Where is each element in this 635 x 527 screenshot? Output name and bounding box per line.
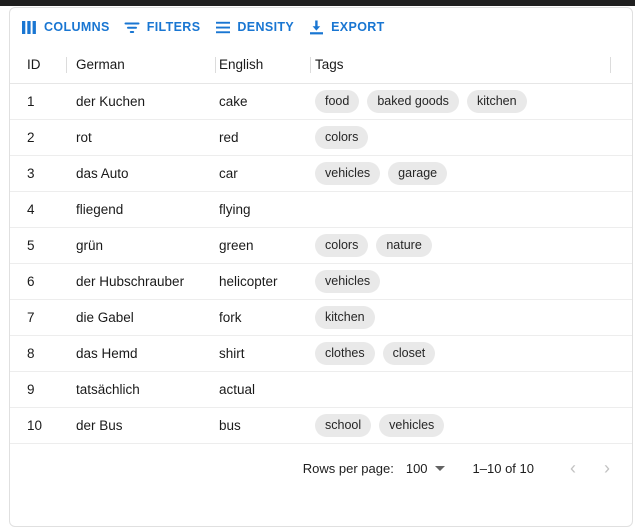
table-row[interactable]: 7 die Gabel fork kitchen	[10, 300, 632, 336]
rows-per-page-value: 100	[405, 460, 428, 476]
column-header-english[interactable]: English	[207, 57, 303, 72]
column-resize-handle-english[interactable]	[310, 57, 311, 73]
table-row[interactable]: 8 das Hemd shirt clothes closet	[10, 336, 632, 372]
table-row[interactable]: 3 das Auto car vehicles garage	[10, 156, 632, 192]
tag-chip: kitchen	[315, 306, 375, 329]
export-button-label: EXPORT	[331, 20, 385, 34]
cell-german[interactable]: der Hubschrauber	[64, 274, 207, 289]
cell-german[interactable]: der Kuchen	[64, 94, 207, 109]
cell-english[interactable]: shirt	[207, 346, 303, 361]
columns-button[interactable]: COLUMNS	[15, 14, 116, 40]
table-row[interactable]: 9 tatsächlich actual	[10, 372, 632, 408]
cell-id[interactable]: 9	[10, 382, 64, 397]
table-row[interactable]: 4 fliegend flying	[10, 192, 632, 228]
export-button[interactable]: EXPORT	[302, 14, 391, 40]
tag-chip: school	[315, 414, 372, 437]
filters-button-label: FILTERS	[146, 20, 201, 34]
next-page-button[interactable]: ›	[590, 451, 624, 485]
chevron-down-icon	[434, 465, 445, 471]
cell-german[interactable]: der Bus	[64, 418, 207, 433]
table-header-row: ID German English Tags	[10, 46, 632, 84]
table-row[interactable]: 10 der Bus bus school vehicles	[10, 408, 632, 444]
tag-chip: garage	[388, 162, 448, 185]
cell-id[interactable]: 8	[10, 346, 64, 361]
cell-english[interactable]: helicopter	[207, 274, 303, 289]
data-grid: COLUMNS FILTERS DENSITY EXPORT ID German…	[9, 7, 633, 527]
cell-id[interactable]: 10	[10, 418, 64, 433]
tag-chip: colors	[315, 126, 369, 149]
tag-chip: closet	[382, 342, 436, 365]
cell-id[interactable]: 7	[10, 310, 64, 325]
table-row[interactable]: 5 grün green colors nature	[10, 228, 632, 264]
cell-english[interactable]: red	[207, 130, 303, 145]
cell-id[interactable]: 1	[10, 94, 64, 109]
cell-english[interactable]: fork	[207, 310, 303, 325]
cell-english[interactable]: car	[207, 166, 303, 181]
cell-german[interactable]: das Auto	[64, 166, 207, 181]
cell-id[interactable]: 2	[10, 130, 64, 145]
column-resize-handle-tags[interactable]	[610, 57, 611, 73]
grid-toolbar: COLUMNS FILTERS DENSITY EXPORT	[10, 8, 632, 46]
cell-tags[interactable]: school vehicles	[303, 414, 632, 437]
tag-chip: nature	[376, 234, 432, 257]
table-body: 1 der Kuchen cake food baked goods kitchen 2 ro…	[10, 84, 632, 444]
cell-german[interactable]: das Hemd	[64, 346, 207, 361]
download-export-icon	[308, 19, 325, 36]
table-row[interactable]: 6 der Hubschrauber helicopter vehicles	[10, 264, 632, 300]
filter-funnel-icon	[124, 19, 141, 36]
column-header-id[interactable]: ID	[10, 57, 64, 72]
density-button[interactable]: DENSITY	[208, 14, 300, 40]
columns-button-label: COLUMNS	[44, 20, 110, 34]
cell-german[interactable]: fliegend	[64, 202, 207, 217]
tag-chip: vehicles	[315, 162, 381, 185]
tag-chip: food	[315, 90, 360, 113]
cell-tags[interactable]: vehicles	[303, 270, 632, 293]
cell-id[interactable]: 3	[10, 166, 64, 181]
cell-tags[interactable]: vehicles garage	[303, 162, 632, 185]
cell-id[interactable]: 6	[10, 274, 64, 289]
cell-tags[interactable]: colors nature	[303, 234, 632, 257]
tag-chip: baked goods	[367, 90, 459, 113]
cell-tags[interactable]: colors	[303, 126, 632, 149]
cell-german[interactable]: die Gabel	[64, 310, 207, 325]
columns-icon	[21, 19, 38, 36]
rows-per-page-select[interactable]: 100	[406, 461, 445, 476]
table-row[interactable]: 1 der Kuchen cake food baked goods kitchen	[10, 84, 632, 120]
density-lines-icon	[214, 19, 231, 36]
tag-chip: clothes	[315, 342, 375, 365]
column-header-german[interactable]: German	[64, 57, 207, 72]
cell-english[interactable]: actual	[207, 382, 303, 397]
cell-german[interactable]: grün	[64, 238, 207, 253]
cell-german[interactable]: rot	[64, 130, 207, 145]
tag-chip: vehicles	[315, 270, 381, 293]
density-button-label: DENSITY	[237, 20, 295, 34]
column-resize-handle-id[interactable]	[66, 57, 67, 73]
filters-button[interactable]: FILTERS	[118, 14, 207, 40]
table-row[interactable]: 2 rot red colors	[10, 120, 632, 156]
cell-tags[interactable]: kitchen	[303, 306, 632, 329]
cell-id[interactable]: 5	[10, 238, 64, 253]
rows-per-page-label: Rows per page:	[302, 460, 394, 476]
column-resize-handle-german[interactable]	[215, 57, 216, 73]
cell-english[interactable]: flying	[207, 202, 303, 217]
cell-english[interactable]: cake	[207, 94, 303, 109]
cell-english[interactable]: green	[207, 238, 303, 253]
tag-chip: kitchen	[466, 90, 527, 113]
previous-page-button[interactable]: ‹	[556, 451, 590, 485]
cell-tags[interactable]: food baked goods kitchen	[303, 90, 632, 113]
pagination-range-label: 1–10 of 10	[472, 460, 534, 476]
window-top-bar	[0, 0, 635, 6]
cell-tags[interactable]: clothes closet	[303, 342, 632, 365]
cell-german[interactable]: tatsächlich	[64, 382, 207, 397]
grid-footer: Rows per page: 100 1–10 of 10 ‹ ›	[10, 444, 632, 492]
tag-chip: colors	[315, 234, 369, 257]
tag-chip: vehicles	[379, 414, 445, 437]
column-header-tags[interactable]: Tags	[303, 57, 632, 72]
cell-id[interactable]: 4	[10, 202, 64, 217]
cell-english[interactable]: bus	[207, 418, 303, 433]
